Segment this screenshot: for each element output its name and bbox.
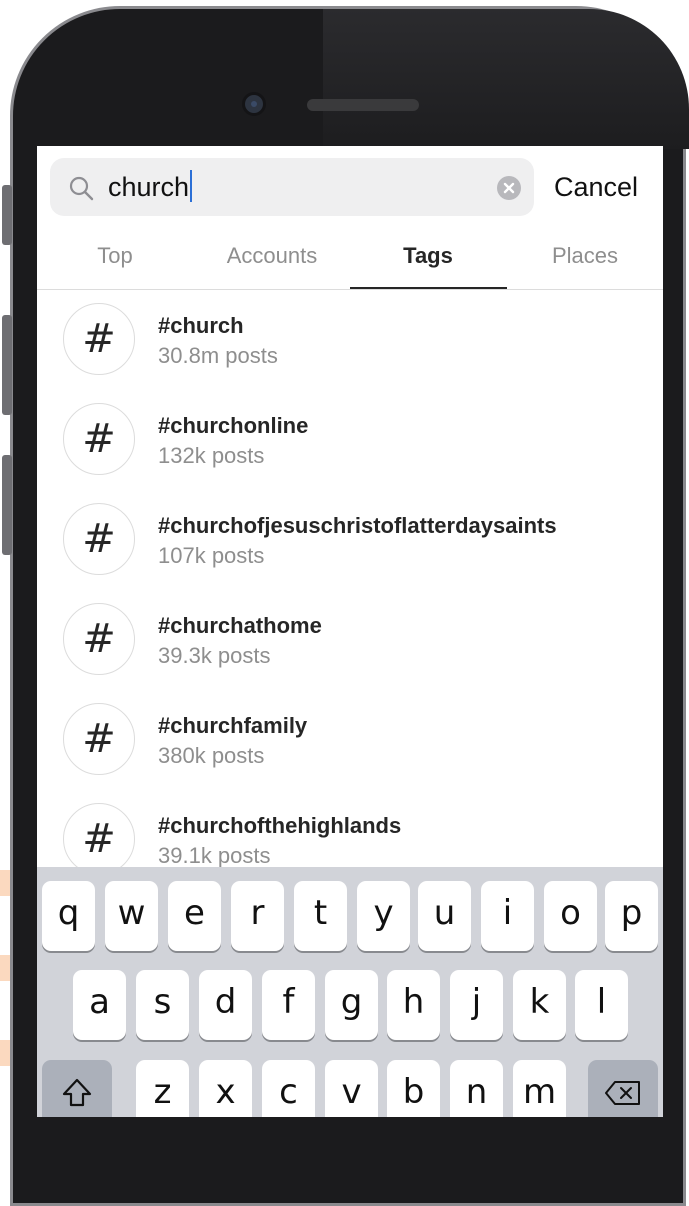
key-w[interactable]: w [105, 881, 158, 951]
list-item[interactable]: # #churchfamily 380k posts [37, 690, 663, 790]
tag-name: #churchofthehighlands [158, 813, 402, 838]
mute-switch [2, 185, 12, 245]
hashtag-icon: # [63, 303, 135, 375]
list-item[interactable]: # #churchathome 39.3k posts [37, 590, 663, 690]
phone-gloss [323, 9, 689, 149]
search-query: church [108, 170, 193, 204]
key-u[interactable]: u [418, 881, 471, 951]
delete-key[interactable] [588, 1060, 658, 1117]
tab-tags[interactable]: Tags [350, 242, 506, 270]
app-screen: church Cancel Top Accounts Tags Places #… [37, 146, 663, 1117]
key-h[interactable]: h [387, 970, 440, 1040]
key-g[interactable]: g [325, 970, 378, 1040]
key-m[interactable]: m [513, 1060, 566, 1117]
hashtag-icon: # [63, 503, 135, 575]
search-icon [69, 176, 94, 201]
tab-places[interactable]: Places [507, 242, 663, 270]
key-y[interactable]: y [357, 881, 410, 951]
volume-up-button [2, 315, 12, 415]
key-n[interactable]: n [450, 1060, 503, 1117]
cancel-button[interactable]: Cancel [554, 170, 638, 204]
tag-name: #church [158, 313, 244, 338]
list-item[interactable]: # #churchofjesuschristoflatterdaysaints … [37, 490, 663, 590]
list-item[interactable]: # #churchonline 132k posts [37, 390, 663, 490]
key-z[interactable]: z [136, 1060, 189, 1117]
key-k[interactable]: k [513, 970, 566, 1040]
hashtag-icon: # [63, 403, 135, 475]
text-caret [190, 170, 193, 202]
key-v[interactable]: v [325, 1060, 378, 1117]
key-t[interactable]: t [294, 881, 347, 951]
key-s[interactable]: s [136, 970, 189, 1040]
tag-post-count: 380k posts [158, 743, 265, 768]
key-i[interactable]: i [481, 881, 534, 951]
volume-down-button [2, 455, 12, 555]
key-f[interactable]: f [262, 970, 315, 1040]
search-tabs: Top Accounts Tags Places [37, 226, 663, 290]
key-r[interactable]: r [231, 881, 284, 951]
tag-post-count: 39.1k posts [158, 843, 271, 868]
earpiece-speaker [307, 99, 419, 111]
key-o[interactable]: o [544, 881, 597, 951]
list-item[interactable]: # #church 30.8m posts [37, 290, 663, 390]
tag-post-count: 30.8m posts [158, 343, 278, 368]
tag-name: #churchathome [158, 613, 322, 638]
tag-name: #churchofjesuschristoflatterdaysaints [158, 513, 557, 538]
search-query-text: church [108, 172, 190, 202]
key-p[interactable]: p [605, 881, 658, 951]
hashtag-icon: # [63, 703, 135, 775]
search-bar: church Cancel [37, 146, 663, 226]
shift-key[interactable] [42, 1060, 112, 1117]
tag-post-count: 107k posts [158, 543, 265, 568]
key-d[interactable]: d [199, 970, 252, 1040]
key-a[interactable]: a [73, 970, 126, 1040]
tag-post-count: 132k posts [158, 443, 265, 468]
backspace-icon [605, 1081, 640, 1105]
tab-accounts[interactable]: Accounts [194, 242, 350, 270]
key-x[interactable]: x [199, 1060, 252, 1117]
key-q[interactable]: q [42, 881, 95, 951]
clear-x-icon [503, 182, 515, 194]
shift-arrow-icon [62, 1078, 92, 1107]
front-camera [242, 92, 266, 116]
hashtag-icon: # [63, 603, 135, 675]
key-c[interactable]: c [262, 1060, 315, 1117]
key-j[interactable]: j [450, 970, 503, 1040]
tab-top[interactable]: Top [37, 242, 193, 270]
hashtag-icon: # [63, 803, 135, 875]
on-screen-keyboard: q w e r t y u i o p a s d f g h j k l z … [37, 867, 663, 1117]
clear-icon[interactable] [497, 176, 521, 200]
search-input[interactable]: church [50, 158, 534, 216]
key-b[interactable]: b [387, 1060, 440, 1117]
tag-name: #churchfamily [158, 713, 308, 738]
active-tab-indicator [350, 287, 507, 289]
key-l[interactable]: l [575, 970, 628, 1040]
tag-post-count: 39.3k posts [158, 643, 271, 668]
tag-name: #churchonline [158, 413, 309, 438]
key-e[interactable]: e [168, 881, 221, 951]
